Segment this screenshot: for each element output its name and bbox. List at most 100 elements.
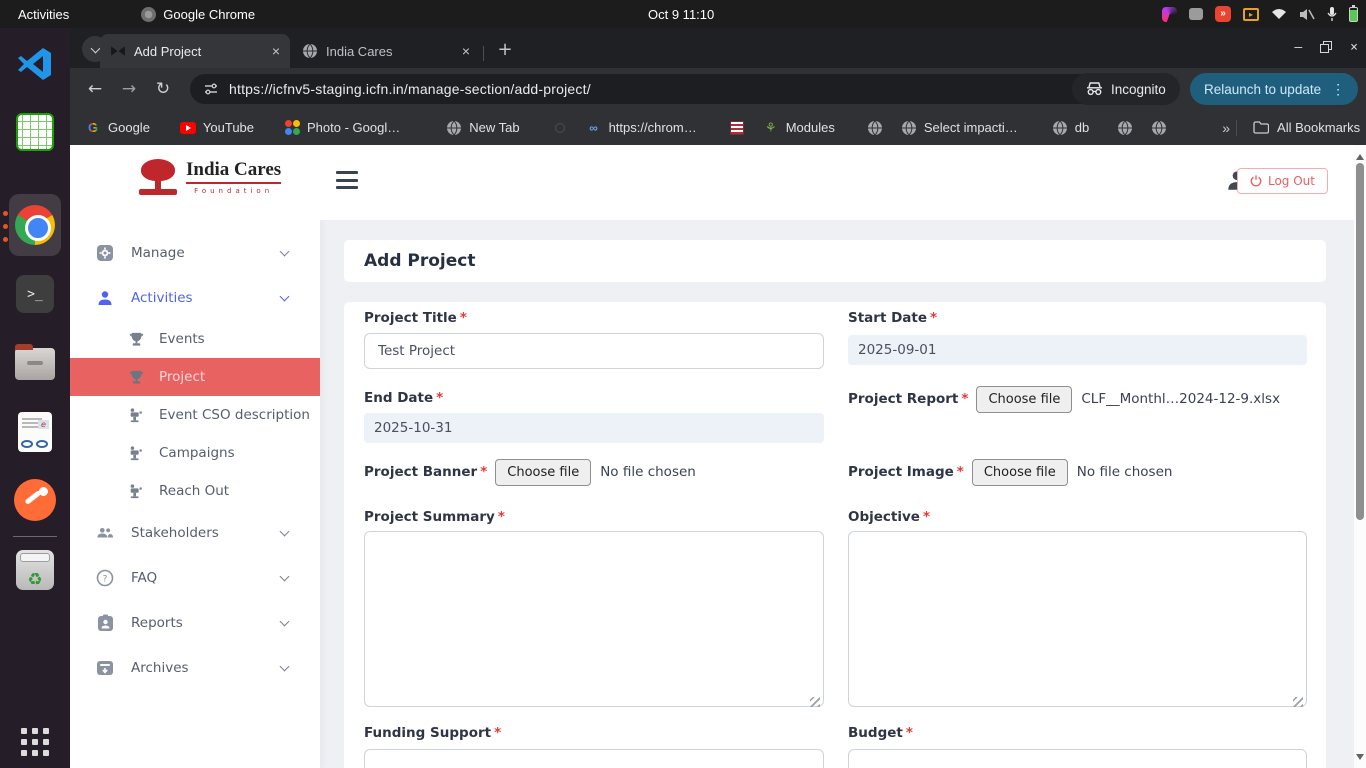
forward-button[interactable]: → — [112, 79, 146, 99]
bookmark-chrome-link[interactable]: ∞https://chrom… — [577, 120, 706, 136]
resize-handle-icon[interactable] — [810, 697, 820, 707]
sidebar-item-stakeholders[interactable]: Stakeholders — [70, 510, 320, 555]
podium-icon — [127, 482, 145, 500]
bookmark-google-photos[interactable]: Photo - Googl… — [275, 120, 409, 136]
dock-libreoffice-calc-icon[interactable] — [11, 108, 59, 156]
chrome-menu-icon[interactable]: ⋮ — [1331, 81, 1345, 98]
dock-vscode-icon[interactable] — [11, 40, 59, 88]
relaunch-to-update-button[interactable]: Relaunch to update ⋮ — [1190, 73, 1358, 105]
folder-icon — [1253, 121, 1269, 134]
bookmark-image-favicon[interactable] — [720, 120, 754, 136]
window-restore-button[interactable] — [1320, 41, 1332, 53]
bookmarks-overflow-chevron[interactable]: » — [1222, 120, 1230, 136]
bookmark-db[interactable]: db — [1043, 120, 1098, 136]
site-header: India Cares Foundation Log Out — [70, 145, 1354, 220]
dock-trash-icon[interactable]: ♻ — [11, 546, 59, 594]
project-image-file-name: No file chosen — [1077, 464, 1173, 480]
dock-app-grid-button[interactable] — [11, 718, 59, 766]
india-cares-logo[interactable]: India Cares Foundation — [138, 159, 281, 195]
tab-close-icon[interactable]: × — [462, 43, 470, 59]
system-tray[interactable]: » ▸ — [1162, 0, 1358, 28]
microphone-icon — [1327, 7, 1337, 21]
dock-postman-icon[interactable] — [11, 476, 59, 524]
new-tab-button[interactable]: + — [492, 36, 518, 62]
tab-close-icon[interactable]: × — [272, 43, 280, 59]
funding-support-label: Funding Support* — [364, 725, 501, 741]
objective-textarea[interactable] — [848, 531, 1307, 707]
tab-add-project[interactable]: Add Project × — [100, 34, 290, 68]
youtube-icon — [180, 122, 196, 134]
bookmark-globe-2[interactable] — [1108, 120, 1142, 136]
globe-icon — [1117, 120, 1133, 136]
dock-files-icon[interactable] — [11, 340, 59, 388]
project-banner-choose-file-button[interactable]: Choose file — [495, 459, 591, 486]
window-minimize-button[interactable]: — — [1294, 40, 1302, 55]
project-summary-textarea[interactable] — [364, 531, 824, 707]
all-bookmarks-button[interactable]: All Bookmarks — [1253, 120, 1360, 135]
sidebar-toggle-hamburger-icon[interactable] — [336, 171, 358, 189]
funding-support-input[interactable] — [364, 749, 824, 768]
clock[interactable]: Oct 9 11:10 — [648, 0, 714, 28]
sidebar-item-manage[interactable]: Manage — [70, 230, 320, 275]
tab-india-cares[interactable]: India Cares × — [292, 34, 480, 68]
budget-input[interactable] — [848, 749, 1307, 768]
archive-icon — [96, 659, 114, 677]
resize-handle-icon[interactable] — [1293, 697, 1303, 707]
page-scrollbar[interactable] — [1354, 145, 1366, 768]
bookmark-new-tab[interactable]: New Tab — [437, 120, 528, 136]
chat-indicator-icon[interactable] — [1189, 8, 1203, 20]
end-date-input[interactable] — [364, 413, 824, 443]
sidebar-label: Reach Out — [159, 483, 229, 499]
reload-button[interactable]: ↻ — [146, 79, 180, 99]
bookmark-google[interactable]: GGoogle — [76, 120, 159, 136]
focused-app-indicator[interactable]: Google Chrome — [141, 7, 255, 22]
omnibox[interactable]: https://icfnv5-staging.icfn.in/manage-se… — [190, 74, 1126, 104]
scrollbar-thumb[interactable] — [1356, 163, 1364, 520]
url-text[interactable]: https://icfnv5-staging.icfn.in/manage-se… — [229, 81, 591, 97]
project-title-input[interactable] — [364, 333, 824, 369]
sidebar-item-activities[interactable]: Activities — [70, 275, 320, 320]
window-close-button[interactable]: × — [1350, 40, 1358, 55]
dock-terminal-icon[interactable]: >_ — [11, 270, 59, 318]
relaunch-label: Relaunch to update — [1204, 82, 1321, 97]
scroll-down-arrow[interactable] — [1356, 754, 1364, 764]
sidebar-item-campaigns[interactable]: Campaigns — [70, 434, 320, 472]
sidebar-label: Project — [159, 369, 205, 385]
incognito-icon — [1086, 82, 1103, 96]
project-banner-field: Project Banner* Choose file No file chos… — [364, 457, 696, 487]
back-button[interactable]: ← — [78, 79, 112, 99]
activities-button[interactable]: Activities — [18, 7, 69, 22]
bookmarks-separator — [1236, 120, 1237, 136]
sidebar-item-faq[interactable]: ? FAQ — [70, 555, 320, 600]
id-badge-icon — [96, 614, 114, 632]
sidebar-item-reports[interactable]: Reports — [70, 600, 320, 645]
logout-button[interactable]: Log Out — [1237, 168, 1328, 194]
tab-title: India Cares — [326, 44, 392, 59]
dock-chrome-icon[interactable] — [11, 201, 59, 249]
sidebar-item-archives[interactable]: Archives — [70, 645, 320, 690]
start-date-label: Start Date* — [848, 310, 937, 326]
screenshare-indicator-icon[interactable]: » — [1215, 6, 1231, 22]
site-settings-icon[interactable] — [203, 81, 219, 97]
project-image-choose-file-button[interactable]: Choose file — [972, 459, 1068, 486]
start-date-input[interactable] — [848, 335, 1307, 365]
sidebar-label: Stakeholders — [131, 525, 219, 541]
project-report-choose-file-button[interactable]: Choose file — [976, 386, 1072, 413]
scroll-up-arrow[interactable] — [1356, 150, 1364, 160]
sidebar-item-events[interactable]: Events — [70, 320, 320, 358]
chrome-window-dot — [3, 224, 8, 229]
bookmark-youtube[interactable]: YouTube — [171, 120, 263, 136]
sidebar-item-project[interactable]: Project — [70, 358, 320, 396]
sidebar-item-event-cso-description[interactable]: Event CSO description — [70, 396, 320, 434]
sidebar-item-reach-out[interactable]: Reach Out — [70, 472, 320, 510]
app-indicator-icon[interactable] — [1162, 7, 1177, 22]
bookmark-globe-3[interactable] — [1142, 120, 1176, 136]
bookmark-unnamed[interactable] — [543, 120, 577, 136]
screen-cast-icon[interactable]: ▸ — [1243, 8, 1259, 21]
bookmark-select-impact[interactable]: Select impacti… — [892, 120, 1027, 136]
bookmark-modules[interactable]: ⚘Modules — [754, 120, 844, 136]
dock-document-viewer-icon[interactable]: e — [11, 408, 59, 456]
main-content: Add Project Project Title* Start Date* E… — [320, 220, 1354, 768]
bookmark-globe-1[interactable] — [858, 120, 892, 136]
empty-favicon — [555, 123, 565, 133]
